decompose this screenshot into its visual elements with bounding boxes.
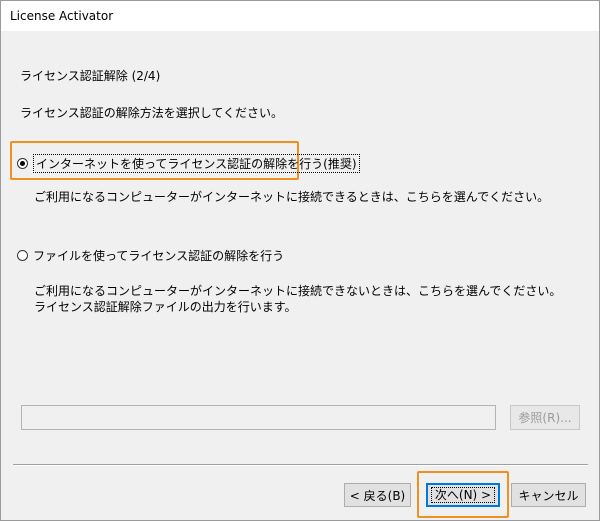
radio-option-internet[interactable]: インターネットを使ってライセンス認証の解除を行う(推奨) [17,154,360,173]
window-title: License Activator [10,9,114,23]
back-button[interactable]: < 戻る(B) [344,483,411,507]
description-line: ご利用になるコンピューターがインターネットに接続できるときは、こちらを選んでくだ… [34,190,550,204]
browse-button: 参照(R)... [510,405,580,430]
next-button[interactable]: 次へ(N) > [426,483,500,507]
browse-button-label: 参照(R)... [518,411,572,425]
radio-label-file[interactable]: ファイルを使ってライセンス認証の解除を行う [33,247,284,264]
step-title: ライセンス認証解除 (2/4) [20,69,161,83]
description-line: ご利用になるコンピューターがインターネットに接続できないときは、こちらを選んでく… [34,284,562,298]
radio-button-file[interactable] [17,250,28,261]
back-button-label: < 戻る(B) [349,488,406,503]
cancel-button[interactable]: キャンセル [511,483,586,507]
internet-option-description: ご利用になるコンピューターがインターネットに接続できるときは、こちらを選んでくだ… [34,189,549,205]
next-button-label: 次へ(N) > [430,487,496,503]
radio-label-internet[interactable]: インターネットを使ってライセンス認証の解除を行う(推奨) [33,154,360,173]
radio-option-file[interactable]: ファイルを使ってライセンス認証の解除を行う [17,247,284,264]
description-line: ライセンス認証解除ファイルの出力を行います。 [34,300,297,314]
file-path-field [21,405,496,430]
cancel-button-label: キャンセル [518,488,579,503]
instruction-text: ライセンス認証の解除方法を選択してください。 [20,106,284,120]
license-activator-window: License Activator ライセンス認証解除 (2/4) ライセンス認… [0,0,600,521]
file-option-description: ご利用になるコンピューターがインターネットに接続できないときは、こちらを選んでく… [34,283,561,315]
footer-separator [13,464,588,466]
title-bar: License Activator [1,1,599,31]
radio-button-internet[interactable] [17,158,28,169]
